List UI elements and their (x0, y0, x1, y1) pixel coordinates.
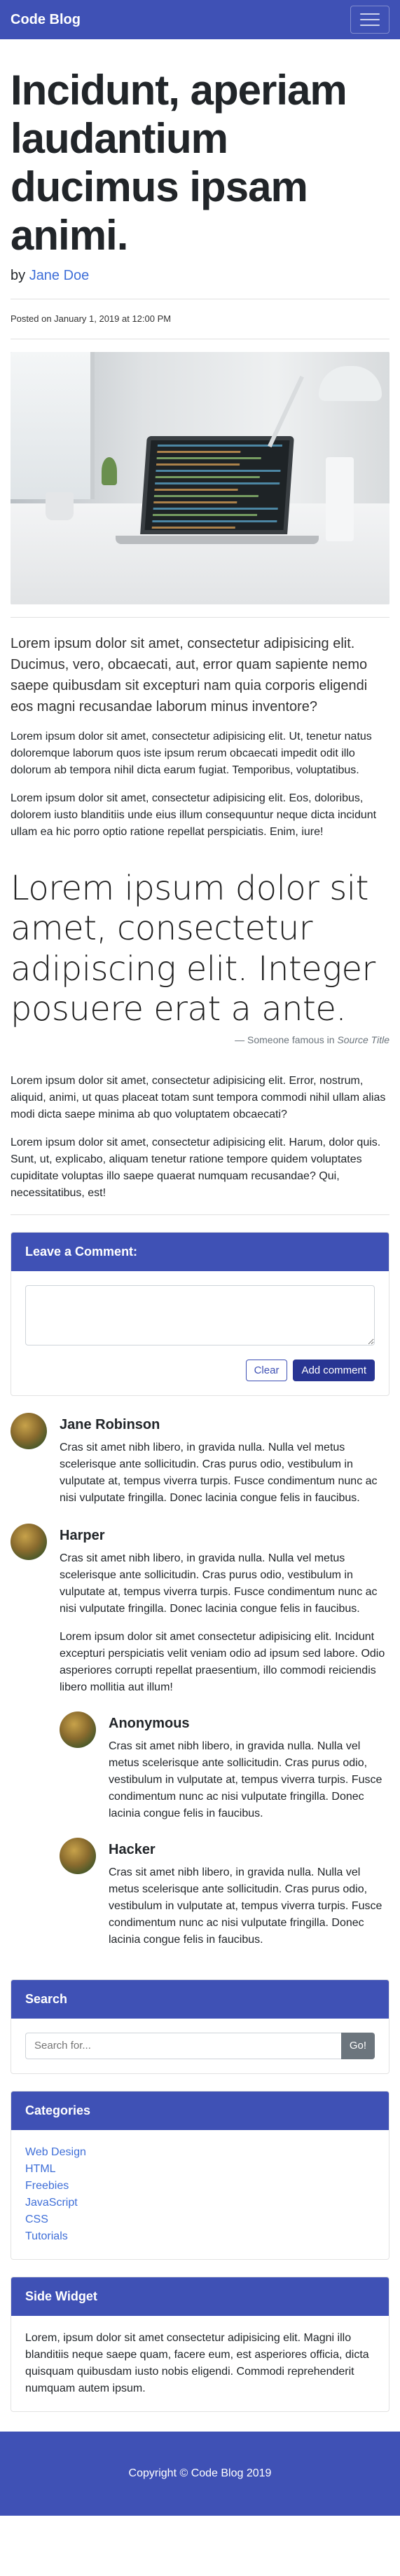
category-link-html[interactable]: HTML (25, 2163, 56, 2175)
divider (11, 1214, 389, 1215)
blockquote-footer: — Someone famous in Source Title (11, 1033, 389, 1048)
search-widget-header: Search (11, 1979, 389, 2019)
avatar (11, 1523, 47, 1560)
categories-widget-header: Categories (11, 2091, 389, 2130)
post-blockquote: Lorem ipsum dolor sit amet, consectetur … (11, 869, 389, 1048)
category-link-web-design[interactable]: Web Design (25, 2146, 86, 2158)
avatar (60, 1837, 96, 1874)
comment-author: Hacker (109, 1841, 156, 1857)
blockquote-attribution: — Someone famous in (235, 1033, 335, 1045)
search-widget: Search Go! (11, 1979, 389, 2074)
search-input[interactable] (25, 2032, 341, 2059)
category-link-freebies[interactable]: Freebies (25, 2180, 69, 2192)
comment: Jane Robinson Cras sit amet nibh libero,… (11, 1412, 389, 1507)
search-go-button[interactable]: Go! (340, 2032, 375, 2059)
hamburger-icon[interactable] (350, 6, 389, 34)
category-link-tutorials[interactable]: Tutorials (25, 2230, 68, 2242)
reply-comment: Hacker Cras sit amet nibh libero, in gra… (60, 1837, 389, 1948)
blockquote-source: Source Title (337, 1033, 389, 1045)
comment-form-header: Leave a Comment: (11, 1232, 389, 1271)
main-container: Incidunt, aperiam laudantium ducimus ips… (0, 66, 400, 2412)
side-widget-text: Lorem, ipsum dolor sit amet consectetur … (25, 2331, 369, 2394)
category-link-javascript[interactable]: JavaScript (25, 2197, 78, 2209)
site-footer: Copyright © Code Blog 2019 (0, 2431, 400, 2516)
post-paragraph: Lorem ipsum dolor sit amet, consectetur … (11, 792, 377, 838)
clear-button[interactable]: Clear (245, 1359, 288, 1381)
comment-text: Cras sit amet nibh libero, in gravida nu… (60, 1441, 378, 1504)
post-byline: by Jane Doe (11, 265, 389, 286)
side-widget: Side Widget Lorem, ipsum dolor sit amet … (11, 2276, 389, 2412)
post-paragraph: Lorem ipsum dolor sit amet, consectetur … (11, 730, 372, 776)
comment-text: Cras sit amet nibh libero, in gravida nu… (109, 1740, 382, 1819)
comment-text: Lorem ipsum dolor sit amet consectetur a… (60, 1630, 385, 1693)
comment: Harper Cras sit amet nibh libero, in gra… (11, 1523, 389, 1948)
comment-form-card: Leave a Comment: Clear Add comment (11, 1231, 389, 1396)
reply-comment: Anonymous Cras sit amet nibh libero, in … (60, 1711, 389, 1822)
comment-author: Jane Robinson (60, 1416, 160, 1432)
post-date: Posted on January 1, 2019 at 12:00 PM (11, 313, 172, 324)
comment-author: Anonymous (109, 1715, 190, 1731)
add-comment-button[interactable]: Add comment (293, 1359, 375, 1381)
post-paragraph: Lorem ipsum dolor sit amet, consectetur … (11, 1074, 386, 1120)
byline-prefix: by (11, 268, 26, 283)
avatar (11, 1412, 47, 1449)
author-link[interactable]: Jane Doe (29, 268, 90, 283)
category-link-css[interactable]: CSS (25, 2214, 48, 2225)
blockquote-text: Lorem ipsum dolor sit amet, consectetur … (11, 868, 375, 1029)
categories-widget: Categories Web Design HTML Freebies Java… (11, 2090, 389, 2260)
avatar (60, 1711, 96, 1748)
side-widget-header: Side Widget (11, 2277, 389, 2316)
post-lead: Lorem ipsum dolor sit amet, consectetur … (11, 635, 368, 714)
post-hero-image (11, 351, 389, 604)
comment-text: Cras sit amet nibh libero, in gravida nu… (109, 1866, 382, 1946)
divider (11, 616, 389, 618)
top-navbar: Code Blog (0, 0, 400, 39)
post-paragraph: Lorem ipsum dolor sit amet, consectetur … (11, 1136, 381, 1199)
comment-textarea[interactable] (25, 1284, 375, 1345)
comment-text: Cras sit amet nibh libero, in gravida nu… (60, 1552, 378, 1615)
footer-copyright: Copyright © Code Blog 2019 (128, 2467, 272, 2479)
post-title: Incidunt, aperiam laudantium ducimus ips… (11, 67, 347, 259)
site-brand[interactable]: Code Blog (11, 9, 81, 30)
comment-author: Harper (60, 1527, 105, 1543)
